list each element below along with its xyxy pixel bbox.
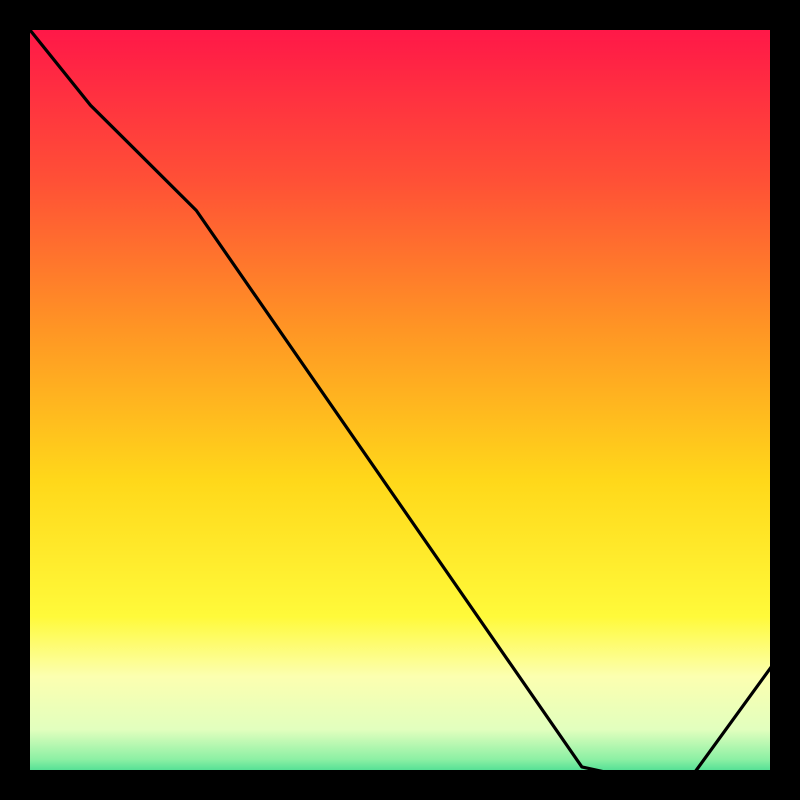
- chart-svg: [0, 0, 800, 800]
- plot-background: [30, 30, 786, 782]
- chart-stage: TheBottleneck.com: [0, 0, 800, 800]
